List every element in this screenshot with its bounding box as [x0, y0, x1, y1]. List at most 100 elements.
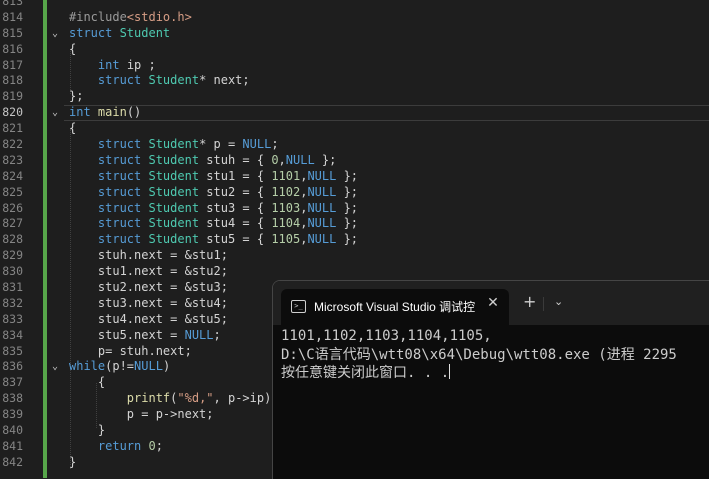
line-number: 835: [2, 343, 23, 358]
code-text: struct Student stu1 = { 1101,NULL };: [69, 169, 358, 185]
line-number: 839: [2, 407, 23, 422]
code-text: struct Student stu3 = { 1103,NULL };: [69, 201, 358, 217]
code-text: {: [69, 121, 76, 137]
code-token: struct: [69, 25, 120, 40]
code-line[interactable]: 827 struct Student stu4 = { 1104,NULL };: [0, 216, 709, 232]
code-line[interactable]: 824 struct Student stu1 = { 1101,NULL };: [0, 169, 709, 185]
chevron-down-icon[interactable]: ⌄: [554, 295, 563, 309]
code-token: struct: [97, 184, 149, 199]
code-line[interactable]: 813: [0, 0, 709, 10]
code-line[interactable]: 817 int ip ;: [0, 58, 709, 74]
code-token: struct: [97, 168, 149, 183]
line-number: 821: [2, 121, 23, 136]
code-line[interactable]: 830 stu1.next = &stu2;: [0, 264, 709, 280]
code-line[interactable]: 829 stuh.next = &stu1;: [0, 248, 709, 264]
code-text: int ip ;: [69, 58, 156, 74]
code-token: };: [336, 184, 359, 199]
fold-chevron-icon[interactable]: ⌄: [50, 105, 60, 121]
code-token: };: [336, 232, 359, 247]
code-token: Student: [119, 25, 171, 40]
code-token: {: [69, 375, 106, 390]
code-line[interactable]: 818 struct Student* next;: [0, 73, 709, 89]
line-number: 827: [2, 216, 23, 231]
code-token: int: [69, 105, 98, 120]
code-line[interactable]: 820 ⌄ int main(): [0, 105, 709, 122]
line-number: 826: [2, 200, 23, 215]
new-tab-button[interactable]: +: [523, 294, 536, 310]
code-token: 1101: [271, 168, 301, 183]
code-text: struct Student: [69, 26, 170, 42]
code-token: stu3 = {: [199, 200, 272, 215]
code-line[interactable]: 821 {: [0, 121, 709, 137]
code-text: #include<stdio.h>: [69, 10, 192, 26]
code-token: <stdio.h>: [126, 9, 192, 24]
fold-chevron-icon[interactable]: ⌄: [50, 26, 60, 42]
code-token: }: [69, 454, 77, 469]
code-text: stu5.next = NULL;: [69, 328, 221, 344]
code-token: stuh = {: [199, 152, 272, 167]
code-line[interactable]: 815 ⌄ struct Student: [0, 26, 709, 42]
code-text: stu3.next = &stu4;: [69, 296, 228, 312]
code-line[interactable]: 826 struct Student stu3 = { 1103,NULL };: [0, 201, 709, 217]
code-token: main: [97, 105, 127, 120]
code-token: ;: [213, 327, 221, 342]
terminal-output-line: 1101,1102,1103,1104,1105,: [281, 328, 492, 344]
code-text: struct Student stu4 = { 1104,NULL };: [69, 216, 358, 232]
code-line[interactable]: 823 struct Student stuh = { 0,NULL };: [0, 153, 709, 169]
line-number: 837: [2, 375, 23, 390]
code-line[interactable]: 819};: [0, 89, 709, 105]
code-line[interactable]: 822 struct Student* p = NULL;: [0, 137, 709, 153]
code-text: {: [69, 42, 76, 58]
terminal-output-line: 按任意键关闭此窗口. . .: [281, 364, 709, 383]
code-token: NULL: [307, 168, 337, 183]
line-number: 823: [2, 152, 23, 167]
line-number: 841: [2, 438, 23, 453]
terminal-output-line: D:\C语言代码\wtt08\x64\Debug\wtt08.exe (进程 2…: [281, 346, 677, 363]
line-number: 814: [2, 9, 23, 24]
code-token: stu5 = {: [199, 232, 272, 247]
code-line[interactable]: 825 struct Student stu2 = { 1102,NULL };: [0, 185, 709, 201]
code-token: NULL: [307, 184, 337, 199]
code-token: 1105: [271, 232, 301, 247]
terminal-icon: >_: [291, 300, 306, 313]
line-number: 840: [2, 423, 23, 438]
code-token: 0: [148, 438, 156, 453]
code-token: NULL: [307, 232, 337, 247]
code-token: int: [97, 57, 120, 72]
line-number: 819: [2, 89, 23, 104]
fold-chevron-icon[interactable]: ⌄: [50, 359, 60, 375]
code-token: };: [314, 152, 337, 167]
line-number: 816: [2, 41, 23, 56]
code-text: stu1.next = &stu2;: [69, 264, 228, 280]
terminal-tab[interactable]: >_ Microsoft Visual Studio 调试控 ✕: [281, 289, 509, 325]
code-line[interactable]: 814 #include<stdio.h>: [0, 10, 709, 26]
code-line[interactable]: 816 {: [0, 42, 709, 58]
code-text: stuh.next = &stu1;: [69, 248, 228, 264]
code-token: Student: [148, 152, 200, 167]
line-number: 815: [2, 25, 23, 40]
code-text: p = p->next;: [69, 407, 214, 423]
code-token: Student: [148, 184, 200, 199]
code-token: stu3.next = &stu4;: [69, 295, 228, 310]
code-text: struct Student stu5 = { 1105,NULL };: [69, 232, 358, 248]
code-token: , p->ip);: [213, 391, 279, 406]
close-icon[interactable]: ✕: [485, 295, 501, 311]
terminal-output[interactable]: 1101,1102,1103,1104,1105, D:\C语言代码\wtt08…: [281, 327, 709, 383]
code-text: }: [69, 455, 76, 471]
code-token: NULL: [242, 137, 272, 152]
code-token: struct: [97, 152, 149, 167]
code-token: NULL: [307, 200, 337, 215]
code-token: };: [336, 200, 359, 215]
code-token: Student: [148, 216, 200, 231]
code-token: struct: [97, 137, 149, 152]
code-text: int main(): [69, 105, 141, 121]
code-token: Student: [148, 168, 200, 183]
code-token: (): [126, 105, 142, 120]
code-token: NULL: [184, 327, 214, 342]
code-line[interactable]: 828 struct Student stu5 = { 1105,NULL };: [0, 232, 709, 248]
debug-console-window[interactable]: >_ Microsoft Visual Studio 调试控 ✕ + ⌄ 110…: [272, 280, 709, 479]
